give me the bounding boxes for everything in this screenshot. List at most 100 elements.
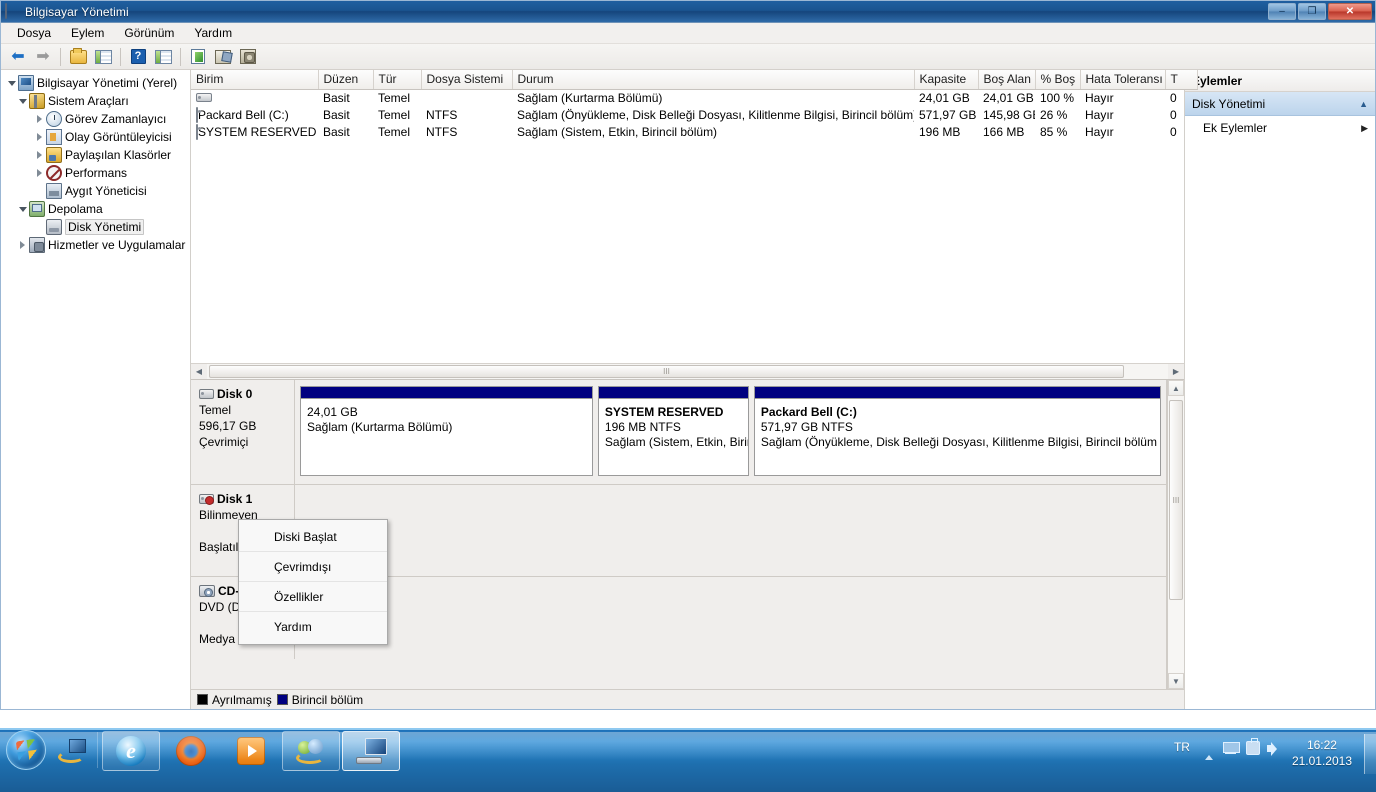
partition-system-reserved[interactable]: SYSTEM RESERVED 196 MB NTFS Sağlam (Sist… (597, 386, 749, 476)
disk-row-disk-0[interactable]: Disk 0 Temel 596,17 GB Çevrimiçi 24,01 G… (191, 380, 1166, 485)
clock-date: 21.01.2013 (1291, 754, 1352, 768)
table-row[interactable]: SYSTEM RESERVED Basit Temel NTFS Sağlam … (191, 123, 1197, 140)
language-indicator[interactable]: TR (1166, 733, 1198, 754)
expander-icon[interactable] (16, 95, 29, 108)
refresh-icon[interactable] (187, 46, 209, 67)
expander-icon[interactable] (33, 149, 46, 162)
scroll-down-arrow-icon[interactable]: ▼ (1168, 673, 1184, 689)
maximize-button[interactable]: ❐ (1298, 3, 1326, 20)
partition-info: 24,01 GB Sağlam (Kurtarma Bölümü) (301, 399, 592, 435)
export-list-icon[interactable] (212, 46, 234, 67)
tree-root-computer-management[interactable]: Bilgisayar Yönetimi (Yerel) (5, 74, 190, 92)
taskbar-media-player[interactable] (222, 731, 280, 771)
scroll-left-arrow-icon[interactable]: ◀ (191, 364, 207, 379)
expander-icon[interactable] (16, 203, 29, 216)
partition-title: Packard Bell (C:) (760, 405, 857, 419)
taskbar-firefox[interactable] (162, 731, 220, 771)
expander-icon[interactable] (5, 77, 18, 90)
chevron-right-icon[interactable]: ▶ (1361, 123, 1368, 134)
sidebar-item-gorev-zamanlayici[interactable]: Görev Zamanlayıcı (5, 110, 190, 128)
close-button[interactable]: ✕ (1328, 3, 1372, 20)
expander-icon (33, 185, 46, 198)
show-desktop-button[interactable] (1364, 734, 1376, 774)
context-menu-item-diski-baslat[interactable]: Diski Başlat (239, 522, 387, 552)
menu-bar: Dosya Eylem Görünüm Yardım (1, 23, 1375, 44)
show-hidden-icons-button[interactable] (1198, 733, 1220, 763)
minimize-button[interactable]: – (1268, 3, 1296, 20)
column-header-birim[interactable]: Birim (191, 70, 319, 90)
back-arrow-icon[interactable]: ⬅ (7, 46, 29, 67)
sidebar-item-aygit-yoneticisi[interactable]: Aygıt Yöneticisi (5, 182, 190, 200)
sidebar-item-performans[interactable]: Performans (5, 164, 190, 182)
actions-group-disk-management[interactable]: Disk Yönetimi ▲ (1185, 92, 1375, 116)
partition-recovery[interactable]: 24,01 GB Sağlam (Kurtarma Bölümü) (300, 386, 593, 476)
storage-icon (29, 201, 45, 217)
column-header-bos-alan[interactable]: Boş Alan (978, 70, 1036, 90)
table-row[interactable]: Packard Bell (C:) Basit Temel NTFS Sağla… (191, 106, 1197, 123)
sidebar-item-hizmetler-ve-uygulamalar[interactable]: Hizmetler ve Uygulamalar (5, 236, 190, 254)
volume-icon[interactable] (1264, 733, 1286, 763)
column-header-durum[interactable]: Durum (512, 70, 915, 90)
sidebar-item-olay-goruntuleyicisi[interactable]: Olay Görüntüleyicisi (5, 128, 190, 146)
taskbar-computer-management[interactable] (342, 731, 400, 771)
column-header-duzen[interactable]: Düzen (318, 70, 374, 90)
sidebar-item-disk-yonetimi[interactable]: Disk Yönetimi (5, 218, 190, 236)
column-header-hata-toleransi[interactable]: Hata Toleransı (1080, 70, 1166, 90)
legend: Ayrılmamış Birincil bölüm (191, 689, 1184, 709)
column-header-kapasite[interactable]: Kapasite (914, 70, 979, 90)
scroll-up-arrow-icon[interactable]: ▲ (1168, 380, 1184, 396)
help-icon[interactable]: ? (127, 46, 149, 67)
network-icon[interactable] (1220, 733, 1242, 763)
context-menu-item-yardim[interactable]: Yardım (239, 612, 387, 642)
menu-gorunum[interactable]: Görünüm (114, 24, 184, 42)
disk-context-menu[interactable]: Diski Başlat Çevrimdışı Özellikler Yardı… (238, 519, 388, 645)
show-action-pane-icon[interactable] (152, 46, 174, 67)
tools-icon (29, 93, 45, 109)
tree-root-label: Bilgisayar Yönetimi (Yerel) (37, 76, 178, 90)
context-menu-item-cevrimdisi[interactable]: Çevrimdışı (239, 552, 387, 582)
menu-eylem[interactable]: Eylem (61, 24, 114, 42)
scroll-thumb[interactable]: III (209, 365, 1124, 378)
up-folder-icon[interactable] (67, 46, 89, 67)
quick-launch-windows-live[interactable] (53, 731, 93, 771)
action-item-ek-eylemler[interactable]: Ek Eylemler ▶ (1185, 116, 1375, 140)
table-row[interactable]: Basit Temel Sağlam (Kurtarma Bölümü) 24,… (191, 89, 1197, 106)
expander-icon[interactable] (33, 113, 46, 126)
scroll-right-arrow-icon[interactable]: ▶ (1168, 364, 1184, 379)
volume-list-horizontal-scrollbar[interactable]: ◀ III ▶ (191, 363, 1184, 379)
expander-icon[interactable] (33, 167, 46, 180)
context-menu-item-ozellikler[interactable]: Özellikler (239, 582, 387, 612)
column-header-ek-yuk[interactable]: T (1165, 70, 1198, 90)
show-tree-pane-icon[interactable] (92, 46, 114, 67)
column-header-tur[interactable]: Tür (373, 70, 422, 90)
action-center-icon[interactable] (1242, 733, 1264, 763)
menu-yardim[interactable]: Yardım (184, 24, 242, 42)
cell-birim: SYSTEM RESERVED (191, 123, 318, 140)
sidebar-item-label: Performans (65, 166, 128, 180)
forward-arrow-icon[interactable]: ➡ (32, 46, 54, 67)
taskbar-internet-explorer[interactable]: e (102, 731, 160, 771)
taskbar-messenger[interactable] (282, 731, 340, 771)
sidebar-item-sistem-araclari[interactable]: Sistem Araçları (5, 92, 190, 110)
graphical-view-vertical-scrollbar[interactable]: ▲ III ▼ (1167, 380, 1184, 689)
properties-icon[interactable] (237, 46, 259, 67)
menu-dosya[interactable]: Dosya (7, 24, 61, 42)
sidebar-item-paylasilan-klasorler[interactable]: Paylaşılan Klasörler (5, 146, 190, 164)
sidebar-item-depolama[interactable]: Depolama (5, 200, 190, 218)
column-header-yuzde-bos[interactable]: % Boş (1035, 70, 1081, 90)
scroll-track[interactable]: III (1168, 396, 1184, 673)
clock[interactable]: 16:22 21.01.2013 (1286, 733, 1364, 769)
expander-icon[interactable] (16, 239, 29, 252)
scroll-track[interactable]: III (207, 364, 1168, 379)
cell-dosya-sistemi: NTFS (426, 124, 458, 139)
disk-header-disk-0[interactable]: Disk 0 Temel 596,17 GB Çevrimiçi (191, 380, 295, 484)
partition-color-bar (754, 387, 1161, 399)
volume-table-header-row: Birim Düzen Tür Dosya Sistemi Durum Kapa… (191, 70, 1198, 90)
expander-icon[interactable] (33, 131, 46, 144)
start-button[interactable] (2, 728, 50, 772)
cell-bos-alan: 145,98 GB (983, 107, 1035, 122)
chevron-up-icon[interactable]: ▲ (1359, 99, 1368, 109)
scroll-thumb[interactable]: III (1169, 400, 1183, 600)
column-header-dosya-sistemi[interactable]: Dosya Sistemi (421, 70, 513, 90)
partition-packard-bell-c[interactable]: Packard Bell (C:) 571,97 GB NTFS Sağlam … (753, 386, 1162, 476)
